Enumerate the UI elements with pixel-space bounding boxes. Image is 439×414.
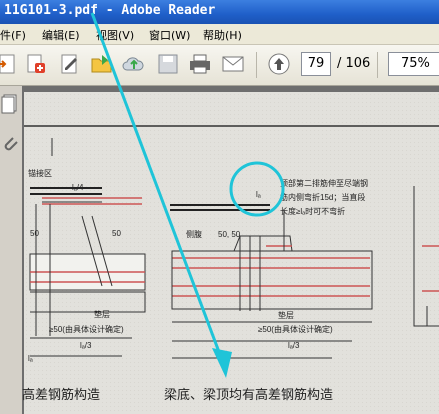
pointer-arrow [90,12,224,361]
highlight-circle [229,161,285,217]
arrow-head-icon [212,348,232,378]
annotation-overlay [90,12,285,378]
